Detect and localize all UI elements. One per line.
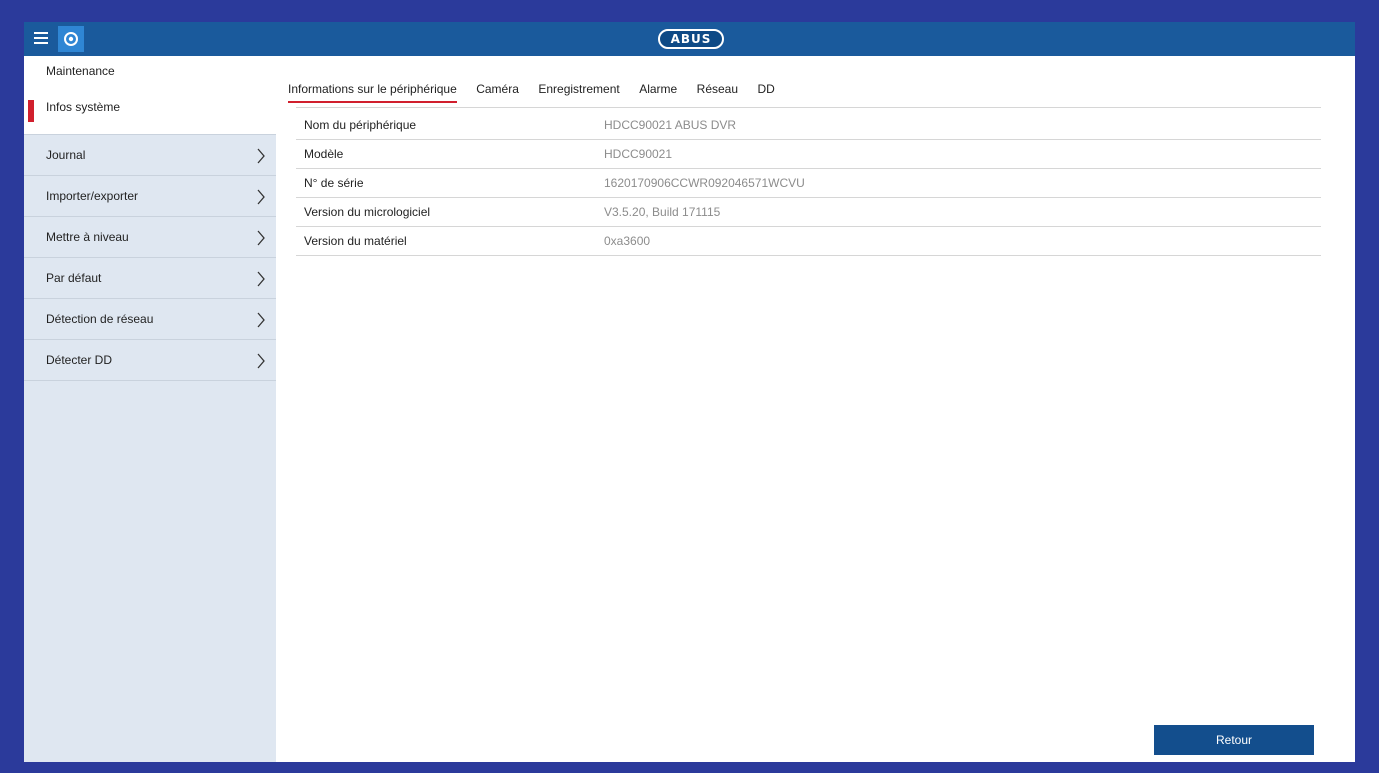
chevron-right-icon xyxy=(257,271,265,287)
table-row: Version du micrologiciel V3.5.20, Build … xyxy=(296,197,1321,227)
row-value: HDCC90021 xyxy=(604,139,1321,169)
sidebar: Maintenance Infos système Journal Import… xyxy=(24,56,276,762)
sidebar-item-mettre-a-niveau[interactable]: Mettre à niveau xyxy=(24,217,276,258)
row-value: V3.5.20, Build 171115 xyxy=(604,197,1321,227)
tab-alarme[interactable]: Alarme xyxy=(639,82,677,102)
row-label: Modèle xyxy=(296,139,604,169)
sidebar-title: Maintenance xyxy=(24,56,276,94)
device-info-table: Nom du périphérique HDCC90021 ABUS DVR M… xyxy=(296,111,1321,256)
chevron-right-icon xyxy=(257,230,265,246)
row-value: HDCC90021 ABUS DVR xyxy=(604,111,1321,140)
sidebar-item-label: Détection de réseau xyxy=(46,312,154,326)
table-row: Modèle HDCC90021 xyxy=(296,139,1321,169)
tab-informations-peripherique[interactable]: Informations sur le périphérique xyxy=(288,82,457,103)
sidebar-item-label: Par défaut xyxy=(46,271,102,285)
back-button[interactable]: Retour xyxy=(1154,725,1314,755)
tab-bar: Informations sur le périphérique Caméra … xyxy=(288,80,790,103)
app-window: ABUS Maintenance Infos système Journal I… xyxy=(24,22,1355,762)
sidebar-item-importer-exporter[interactable]: Importer/exporter xyxy=(24,176,276,217)
sidebar-item-label: Infos système xyxy=(46,100,121,114)
table-row: N° de série 1620170906CCWR092046571WCVU xyxy=(296,168,1321,198)
row-label: N° de série xyxy=(296,168,604,198)
chevron-right-icon xyxy=(257,312,265,328)
active-indicator xyxy=(28,100,34,122)
row-value: 1620170906CCWR092046571WCVU xyxy=(604,168,1321,198)
sidebar-item-par-defaut[interactable]: Par défaut xyxy=(24,258,276,299)
hamburger-icon[interactable] xyxy=(34,32,48,46)
sidebar-item-label: Mettre à niveau xyxy=(46,230,129,244)
table-row: Nom du périphérique HDCC90021 ABUS DVR xyxy=(296,111,1321,140)
divider xyxy=(296,107,1321,108)
row-label: Version du micrologiciel xyxy=(296,197,604,227)
row-label: Version du matériel xyxy=(296,226,604,256)
sidebar-item-journal[interactable]: Journal xyxy=(24,135,276,176)
table-row: Version du matériel 0xa3600 xyxy=(296,226,1321,256)
sidebar-item-label: Détecter DD xyxy=(46,353,113,367)
chevron-right-icon xyxy=(257,353,265,369)
row-label: Nom du périphérique xyxy=(296,111,604,140)
tab-reseau[interactable]: Réseau xyxy=(697,82,738,102)
sidebar-item-detecter-dd[interactable]: Détecter DD xyxy=(24,340,276,381)
tab-enregistrement[interactable]: Enregistrement xyxy=(538,82,619,102)
chevron-right-icon xyxy=(257,189,265,205)
row-value: 0xa3600 xyxy=(604,226,1321,256)
gear-icon[interactable] xyxy=(58,26,84,52)
top-bar: ABUS xyxy=(24,22,1355,56)
brand-logo: ABUS xyxy=(658,29,724,49)
sidebar-item-label: Journal xyxy=(46,148,86,162)
tab-dd[interactable]: DD xyxy=(757,82,774,102)
tab-camera[interactable]: Caméra xyxy=(476,82,519,102)
chevron-right-icon xyxy=(257,148,265,164)
sidebar-item-label: Importer/exporter xyxy=(46,189,139,203)
sidebar-item-infos-systeme[interactable]: Infos système xyxy=(24,94,276,135)
sidebar-item-detection-de-reseau[interactable]: Détection de réseau xyxy=(24,299,276,340)
